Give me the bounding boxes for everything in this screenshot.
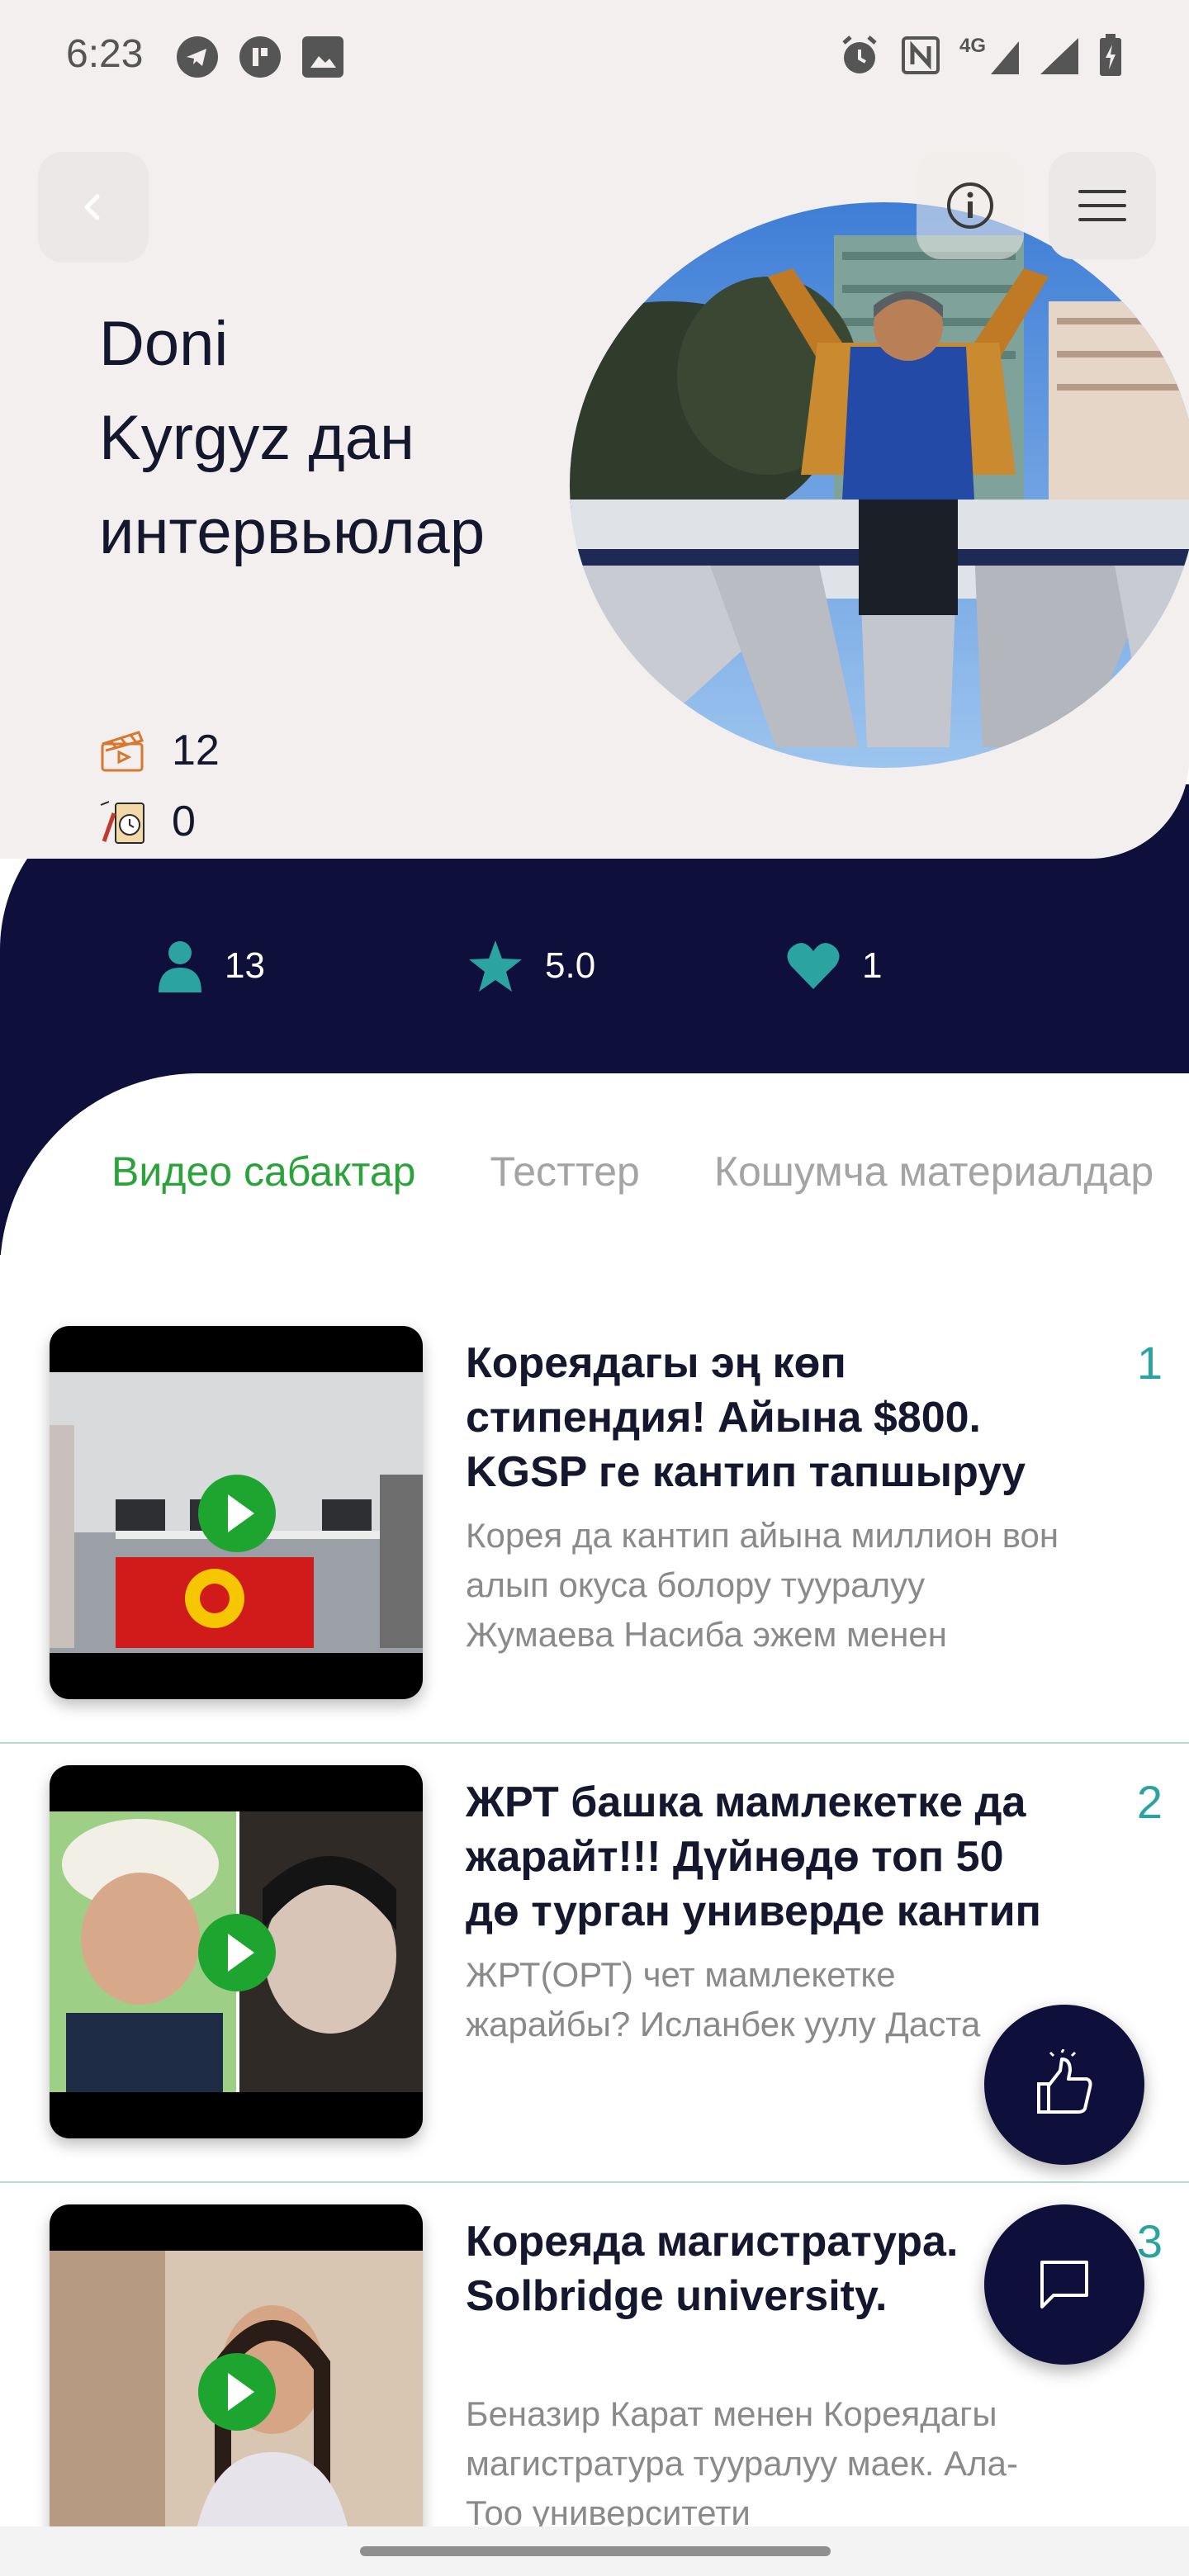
info-button[interactable] — [917, 152, 1024, 259]
subscribers-count: 13 — [225, 945, 265, 986]
profile-header: 6:23 4G Doni Kyrgyz дан интервьюлар 12 0 — [0, 0, 1189, 859]
tab-additional-materials[interactable]: Кошумча материалдар — [714, 1143, 1153, 1200]
stats-row: 13 5.0 1 — [0, 925, 1189, 1007]
tab-bar: Видео сабактар Тесттер Кошумча материалд… — [111, 1143, 1189, 1200]
video-count-value: 12 — [172, 727, 220, 774]
subscribers-stat: 13 — [157, 925, 265, 1007]
thumbs-up-icon — [1037, 2049, 1092, 2114]
test-count-value: 0 — [172, 798, 196, 845]
telegram-icon — [177, 36, 218, 78]
like-fab-button[interactable] — [984, 2005, 1144, 2165]
item-number: 2 — [1136, 1776, 1163, 1828]
video-count: 12 — [97, 715, 220, 786]
title-line: Doni — [99, 309, 229, 379]
info-icon — [947, 182, 993, 229]
item-description: Беназир Карат менен Кореядагы магистрату… — [466, 2394, 1018, 2532]
item-title: ЖРТ башка мамлекетке да жарайт!!! Дүйнөд… — [466, 1778, 1041, 1935]
video-thumbnail[interactable] — [50, 1765, 423, 2138]
video-list: Кореядагы эң көп стипендия! Айына $800. … — [0, 1305, 1189, 2576]
image-icon — [302, 36, 343, 78]
rating-stat: 5.0 — [467, 925, 595, 1007]
profile-photo-image — [570, 202, 1189, 768]
item-title: Кореяда магистратура. Solbridge universi… — [466, 2218, 959, 2320]
network-label: 4G — [959, 35, 986, 57]
tab-tests[interactable]: Тесттер — [490, 1143, 639, 1200]
profile-photo — [570, 202, 1189, 768]
status-time: 6:23 — [66, 32, 144, 76]
menu-button[interactable] — [1049, 152, 1156, 259]
status-notification-icons — [177, 36, 343, 78]
rating-value: 5.0 — [545, 945, 596, 986]
battery-charging-icon — [1100, 34, 1121, 76]
nfc-icon — [901, 36, 940, 74]
page-title: Doni Kyrgyz дан интервьюлар — [99, 297, 561, 580]
tab-video-lessons[interactable]: Видео сабактар — [111, 1143, 415, 1200]
status-bar: 6:23 4G — [0, 0, 1189, 116]
chat-fab-button[interactable] — [984, 2204, 1144, 2365]
item-number: 1 — [1136, 1337, 1163, 1389]
play-icon[interactable] — [198, 1475, 276, 1552]
video-thumbnail[interactable] — [50, 1326, 423, 1699]
play-icon[interactable] — [198, 1914, 276, 1991]
person-icon — [159, 941, 201, 992]
test-timer-icon — [100, 801, 144, 844]
title-line: Kyrgyz дан — [99, 403, 414, 473]
system-navigation-bar — [0, 2526, 1189, 2576]
content-counts: 12 0 — [97, 715, 220, 857]
star-icon — [469, 940, 522, 992]
hamburger-menu-icon — [1078, 190, 1126, 221]
video-clapper-icon — [101, 731, 144, 772]
chat-icon — [1040, 2261, 1088, 2308]
list-item[interactable]: Кореядагы эң көп стипендия! Айына $800. … — [0, 1305, 1189, 1744]
item-description: Корея да кантип айына миллион вон алып о… — [466, 1516, 1059, 1654]
network-4g-icon: 4G — [959, 35, 1021, 76]
video-thumbnail[interactable] — [50, 2204, 423, 2576]
gesture-handle[interactable] — [360, 2546, 831, 2556]
app-icon — [239, 36, 281, 78]
signal-icon — [1040, 38, 1078, 74]
item-title: Кореядагы эң көп стипендия! Айына $800. … — [466, 1339, 1026, 1496]
play-icon[interactable] — [198, 2353, 276, 2431]
title-line: интервьюлар — [99, 497, 486, 567]
back-button[interactable] — [38, 152, 149, 263]
alarm-icon — [842, 36, 877, 73]
heart-icon — [787, 943, 840, 989]
item-description: ЖРТ(ОРТ) чет мамлекетке жарайбы? Исланбе… — [466, 1955, 981, 2043]
status-system-icons: 4G — [837, 33, 1123, 78]
likes-stat: 1 — [786, 925, 882, 1007]
chevron-left-icon — [84, 194, 100, 220]
test-count: 0 — [97, 786, 220, 857]
likes-count: 1 — [862, 945, 883, 986]
